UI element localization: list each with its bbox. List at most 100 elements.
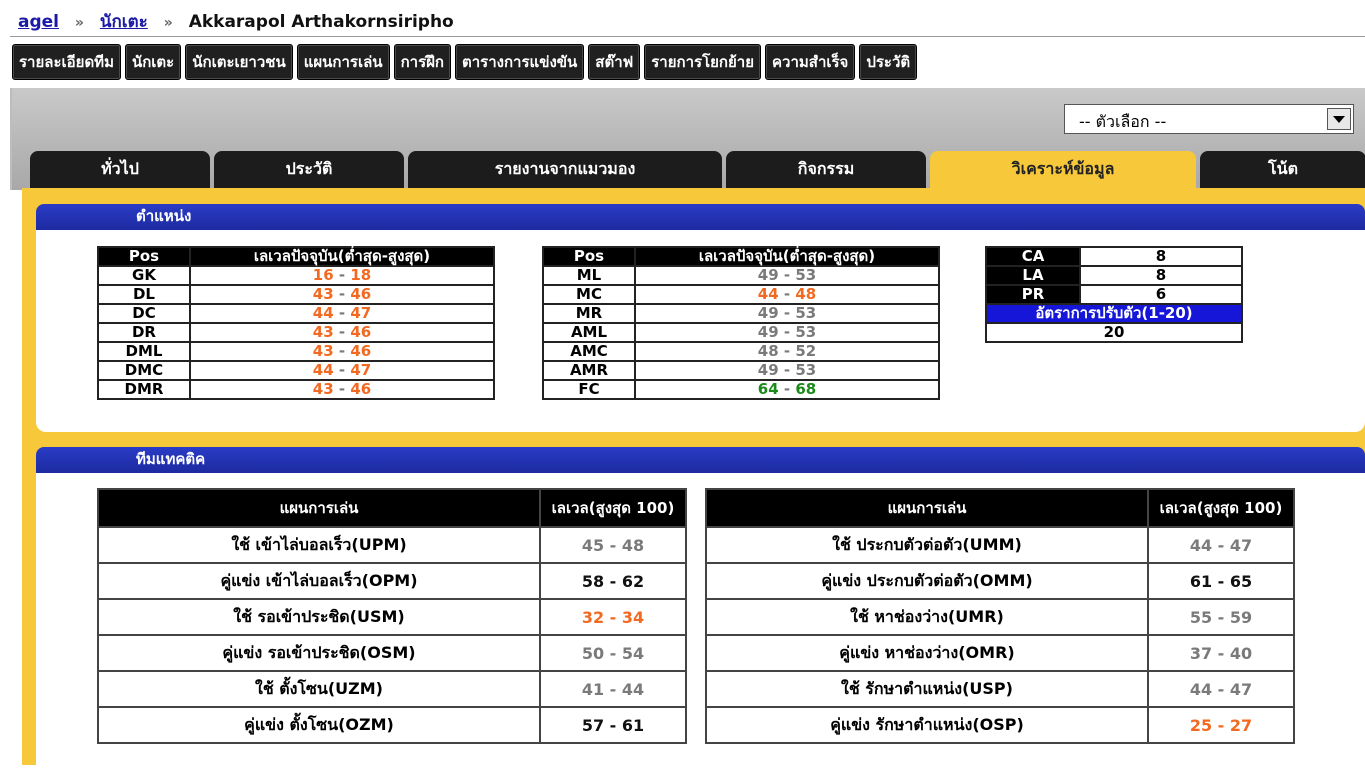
level-min: 64 <box>757 380 779 398</box>
level-separator: - <box>333 342 351 360</box>
level-min: 44 <box>312 304 334 322</box>
level-min: 49 <box>757 361 779 379</box>
level-max: 44 <box>621 679 645 699</box>
column-header: Pos <box>97 246 191 267</box>
tactic-row: คู่แข่ง รักษาตำแหน่ง(OSP) 25 - 27 <box>705 706 1295 744</box>
position-level: 44 - 48 <box>634 284 940 305</box>
nav-history[interactable]: ประวัติ <box>859 44 918 80</box>
breadcrumb: agel » นักเตะ » Akkarapol Arthakornsirip… <box>18 8 454 35</box>
breadcrumb-separator: » <box>74 15 84 31</box>
position-row: ML 49 - 53 <box>542 265 940 286</box>
level-separator: - <box>333 285 351 303</box>
level-max: 59 <box>1229 607 1253 627</box>
level-separator: - <box>604 643 622 663</box>
level-min: 43 <box>312 285 334 303</box>
tactic-row: คู่แข่ง รอเข้าประชิด(OSM) 50 - 54 <box>97 634 687 672</box>
tactic-row: คู่แข่ง ประกบตัวต่อตัว(OMM) 61 - 65 <box>705 562 1295 600</box>
adaptability-row: 20 <box>985 322 1243 343</box>
level-separator: - <box>604 535 622 555</box>
tactic-name: ใช้ เข้าไล่บอลเร็ว(UPM) <box>97 526 541 564</box>
level-separator: - <box>604 571 622 591</box>
level-separator: - <box>778 266 796 284</box>
tactic-name: ใช้ หาช่องว่าง(UMR) <box>705 598 1149 636</box>
level-min: 55 <box>1189 607 1213 627</box>
level-separator: - <box>1212 715 1230 735</box>
position-row: DC 44 - 47 <box>97 303 495 324</box>
tactic-level: 32 - 34 <box>539 598 687 636</box>
tab-activities[interactable]: กิจกรรม <box>726 151 926 188</box>
level-separator: - <box>778 380 796 398</box>
position-level: 49 - 53 <box>634 322 940 343</box>
position-level: 49 - 53 <box>634 265 940 286</box>
tactic-level: 55 - 59 <box>1147 598 1295 636</box>
level-max: 68 <box>795 380 817 398</box>
tactic-name: คู่แข่ง ตั้งโซน(OZM) <box>97 706 541 744</box>
tab-analysis[interactable]: วิเคราะห์ข้อมูล <box>930 151 1196 188</box>
column-header: เลเวลปัจจุบัน(ต่ำสุด-สูงสุด) <box>189 246 495 267</box>
tab-general[interactable]: ทั่วไป <box>30 151 210 188</box>
position-code: AMR <box>542 360 636 381</box>
position-level: 43 - 46 <box>189 322 495 343</box>
nav-team-details[interactable]: รายละเอียดทีม <box>12 44 121 80</box>
tactic-level: 25 - 27 <box>1147 706 1295 744</box>
position-level: 64 - 68 <box>634 379 940 400</box>
ability-value: 6 <box>1079 284 1243 305</box>
level-min: 57 <box>581 715 605 735</box>
level-min: 48 <box>757 342 779 360</box>
breadcrumb-separator: » <box>163 15 173 31</box>
breadcrumb-root-link[interactable]: agel <box>18 12 59 32</box>
position-code: AML <box>542 322 636 343</box>
level-min: 43 <box>312 342 334 360</box>
tab-scout-report[interactable]: รายงานจากแมวมอง <box>408 151 722 188</box>
level-min: 45 <box>581 535 605 555</box>
nav-training[interactable]: การฝึก <box>393 44 451 80</box>
level-max: 53 <box>795 323 817 341</box>
tab-history[interactable]: ประวัติ <box>214 151 404 188</box>
tactic-row: คู่แข่ง เข้าไล่บอลเร็ว(OPM) 58 - 62 <box>97 562 687 600</box>
page-title: Akkarapol Arthakornsiripho <box>188 12 454 32</box>
level-separator: - <box>1212 643 1230 663</box>
position-code: DMC <box>97 360 191 381</box>
level-min: 49 <box>757 323 779 341</box>
nav-transfers[interactable]: รายการโยกย้าย <box>644 44 762 80</box>
level-max: 46 <box>350 323 372 341</box>
level-min: 61 <box>1189 571 1213 591</box>
position-code: MC <box>542 284 636 305</box>
position-level: 16 - 18 <box>189 265 495 286</box>
tactics-table-left: แผนการเล่น เลเวล(สูงสุด 100) ใช้ เข้าไล่… <box>97 488 687 744</box>
tactic-name: ใช้ รอเข้าประชิด(USM) <box>97 598 541 636</box>
nav-staff[interactable]: สต๊าฟ <box>588 44 641 80</box>
ability-label: PR <box>985 284 1081 305</box>
nav-players[interactable]: นักเตะ <box>124 44 182 80</box>
tactic-row: คู่แข่ง หาช่องว่าง(OMR) 37 - 40 <box>705 634 1295 672</box>
position-code: AMC <box>542 341 636 362</box>
options-select[interactable]: -- ตัวเลือก -- <box>1064 104 1354 134</box>
nav-youth[interactable]: นักเตะเยาวชน <box>185 44 293 80</box>
column-header: เลเวล(สูงสุด 100) <box>539 488 687 528</box>
chevron-down-icon[interactable] <box>1327 108 1351 130</box>
tactic-row: ใช้ รอเข้าประชิด(USM) 32 - 34 <box>97 598 687 636</box>
nav-achievements[interactable]: ความสำเร็จ <box>765 44 856 80</box>
position-level: 44 - 47 <box>189 303 495 324</box>
nav-fixtures[interactable]: ตารางการแข่งขัน <box>455 44 585 80</box>
breadcrumb-section-link[interactable]: นักเตะ <box>100 12 148 32</box>
tab-notes[interactable]: โน้ต <box>1200 151 1365 188</box>
nav-tactics[interactable]: แผนการเล่น <box>296 44 390 80</box>
level-min: 58 <box>581 571 605 591</box>
ability-value: 8 <box>1079 246 1243 267</box>
tactic-level: 44 - 47 <box>1147 526 1295 564</box>
level-max: 47 <box>1229 679 1253 699</box>
tactic-level: 45 - 48 <box>539 526 687 564</box>
level-separator: - <box>1212 571 1230 591</box>
position-code: DL <box>97 284 191 305</box>
tactic-name: ใช้ ประกบตัวต่อตัว(UMM) <box>705 526 1149 564</box>
ability-row: LA 8 <box>985 265 1243 286</box>
column-header: เลเวล(สูงสุด 100) <box>1147 488 1295 528</box>
tactic-row: คู่แข่ง ตั้งโซน(OZM) 57 - 61 <box>97 706 687 744</box>
level-min: 44 <box>1189 679 1213 699</box>
level-min: 25 <box>1189 715 1213 735</box>
tactic-row: ใช้ ประกบตัวต่อตัว(UMM) 44 - 47 <box>705 526 1295 564</box>
position-row: FC 64 - 68 <box>542 379 940 400</box>
level-max: 46 <box>350 380 372 398</box>
level-min: 49 <box>757 266 779 284</box>
